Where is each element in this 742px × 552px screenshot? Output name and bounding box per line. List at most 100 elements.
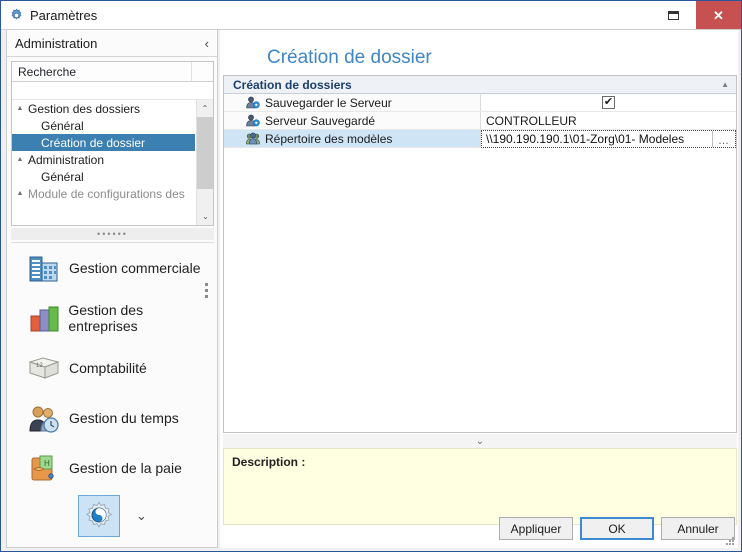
property-value-cell[interactable]: CONTROLLEUR [481, 112, 736, 129]
expander-icon[interactable]: ▲ [12, 105, 28, 112]
tree-body: ▲ Gestion des dossiers Général Création … [12, 100, 213, 225]
settings-module-button[interactable] [78, 495, 121, 537]
property-value-serveur-sauvegarde: CONTROLLEUR [486, 113, 577, 128]
apply-button[interactable]: Appliquer [499, 517, 573, 540]
property-group-label: Création de dossiers [233, 77, 352, 92]
property-name-label: Serveur Sauvegardé [265, 113, 376, 128]
tree-item-creation-de-dossier[interactable]: Création de dossier [12, 134, 195, 151]
collapse-group-icon[interactable]: ▲ [721, 80, 729, 89]
panel-splitter-handle[interactable]: •••••• [11, 228, 214, 240]
search-column-label: Recherche [18, 64, 77, 79]
navigation-tree: Recherche ▲ Gestion des dossiers Général… [11, 61, 214, 226]
tree-row-list: ▲ Gestion des dossiers Général Création … [12, 100, 195, 202]
tree-item-label: Création de dossier [41, 135, 146, 150]
ledger-book-icon: 12 [23, 348, 65, 388]
tree-item-administration[interactable]: ▲ Administration [12, 151, 195, 168]
nav-item-gestion-du-temps[interactable]: Gestion du temps [11, 393, 214, 443]
svg-text:H: H [44, 459, 50, 468]
nav-item-gestion-des-entreprises[interactable]: Gestion des entreprises [11, 293, 214, 343]
property-value-cell[interactable]: … [481, 129, 736, 148]
tree-item-general-dossiers[interactable]: Général [12, 117, 195, 134]
tree-vertical-scrollbar[interactable]: ⌃ ⌄ [196, 100, 213, 225]
table-row[interactable]: Sauvegarder le Serveur ✔ [224, 94, 736, 112]
tree-item-label: Général [41, 118, 84, 133]
building-icon [23, 248, 65, 288]
tree-item-label: Module de configurations des [28, 186, 185, 201]
settings-window: Paramètres ✕ Administration ‹ Recherche [0, 0, 742, 552]
users-group-icon [246, 132, 260, 146]
search-column-spacer [191, 62, 213, 81]
settings-gear-icon [84, 500, 114, 533]
bar-blocks-icon [23, 298, 64, 338]
page-title: Création de dossier [267, 47, 432, 68]
nav-item-gestion-de-la-paie[interactable]: H Gestion de la paie [11, 443, 214, 493]
description-splitter[interactable]: ⌄ [223, 434, 737, 448]
chevron-down-icon: ⌄ [475, 435, 485, 447]
nav-item-label: Gestion de la paie [69, 460, 182, 476]
gear-icon [8, 7, 24, 23]
nav-item-label: Comptabilité [69, 360, 147, 376]
left-navigation-panel: Administration ‹ Recherche ▲ Gestion des… [6, 30, 218, 548]
scroll-down-icon[interactable]: ⌄ [197, 208, 213, 225]
description-panel: Description : [223, 448, 737, 525]
resize-grip-icon[interactable] [723, 534, 735, 546]
expander-icon[interactable]: ▲ [12, 190, 28, 197]
nav-item-label: Gestion des entreprises [68, 302, 144, 334]
close-window-button[interactable]: ✕ [696, 1, 741, 29]
tree-item-general-administration[interactable]: Général [12, 168, 195, 185]
collapse-panel-icon[interactable]: ‹ [205, 36, 209, 51]
table-row[interactable]: Serveur Sauvegardé CONTROLLEUR [224, 112, 736, 130]
close-icon: ✕ [713, 7, 724, 23]
dot [205, 295, 208, 298]
left-panel-title: Administration [15, 35, 98, 51]
repertoire-des-modeles-input[interactable] [482, 130, 712, 147]
nav-item-label: Gestion du temps [69, 410, 179, 426]
svg-text:12: 12 [36, 363, 43, 369]
window-titlebar: Paramètres ✕ [1, 1, 741, 30]
nav-item-gestion-commerciale[interactable]: Gestion commerciale [11, 243, 214, 293]
property-name-label: Répertoire des modèles [265, 131, 393, 146]
settings-dropdown-chevron-icon[interactable]: ⌄ [136, 508, 147, 524]
window-controls: ✕ [651, 1, 741, 29]
property-name-cell: Répertoire des modèles [224, 130, 481, 147]
ok-button[interactable]: OK [580, 517, 654, 540]
search-filter-row[interactable] [12, 82, 213, 100]
dialog-button-bar: Appliquer OK Annuler [223, 517, 737, 540]
search-column-header: Recherche [12, 62, 213, 82]
property-grid: Création de dossiers ▲ Sauvegarder le Se… [223, 75, 737, 433]
window-title: Paramètres [30, 7, 98, 23]
nav-item-label: Gestion commerciale [69, 260, 201, 276]
dot [205, 289, 208, 292]
scrollbar-thumb[interactable] [197, 117, 213, 189]
property-name-cell: Serveur Sauvegardé [224, 112, 481, 129]
module-navigation-list: Gestion commerciale Gestion des entrepri… [11, 242, 214, 545]
tree-item-label: Général [41, 169, 84, 184]
tree-item-label: Administration [28, 152, 105, 167]
scroll-up-icon[interactable]: ⌃ [197, 100, 213, 117]
check-glyph: ✔ [603, 96, 614, 108]
left-panel-header: Administration ‹ [7, 30, 217, 57]
checkbox-sauvegarder-le-serveur[interactable]: ✔ [602, 96, 615, 109]
table-row[interactable]: Répertoire des modèles … [224, 129, 736, 148]
people-clock-icon [23, 398, 65, 438]
property-name-cell: Sauvegarder le Serveur [224, 94, 481, 111]
description-label: Description : [232, 455, 306, 469]
property-group-header[interactable]: Création de dossiers ▲ [224, 76, 736, 94]
tree-item-gestion-des-dossiers[interactable]: ▲ Gestion des dossiers [12, 100, 195, 117]
nav-item-comptabilite[interactable]: 12 Comptabilité [11, 343, 214, 393]
tree-item-label: Gestion des dossiers [28, 101, 141, 116]
property-name-label: Sauvegarder le Serveur [265, 95, 392, 110]
dot [205, 283, 208, 286]
path-editor[interactable]: … [481, 129, 736, 148]
payroll-wallet-icon: H [23, 448, 65, 488]
expander-icon[interactable]: ▲ [12, 156, 28, 163]
user-gear-icon [246, 96, 260, 110]
main-content-area: Création de dossier Création de dossiers… [220, 30, 738, 548]
restore-window-button[interactable] [651, 1, 696, 29]
nav-drag-handle[interactable] [205, 283, 208, 298]
property-value-cell[interactable]: ✔ [481, 94, 736, 111]
tree-item-module-de-configurations[interactable]: ▲ Module de configurations des [12, 185, 195, 202]
restore-icon [668, 10, 679, 20]
browse-folder-button[interactable]: … [712, 130, 734, 147]
settings-toolbar: ⌄ [11, 495, 214, 537]
